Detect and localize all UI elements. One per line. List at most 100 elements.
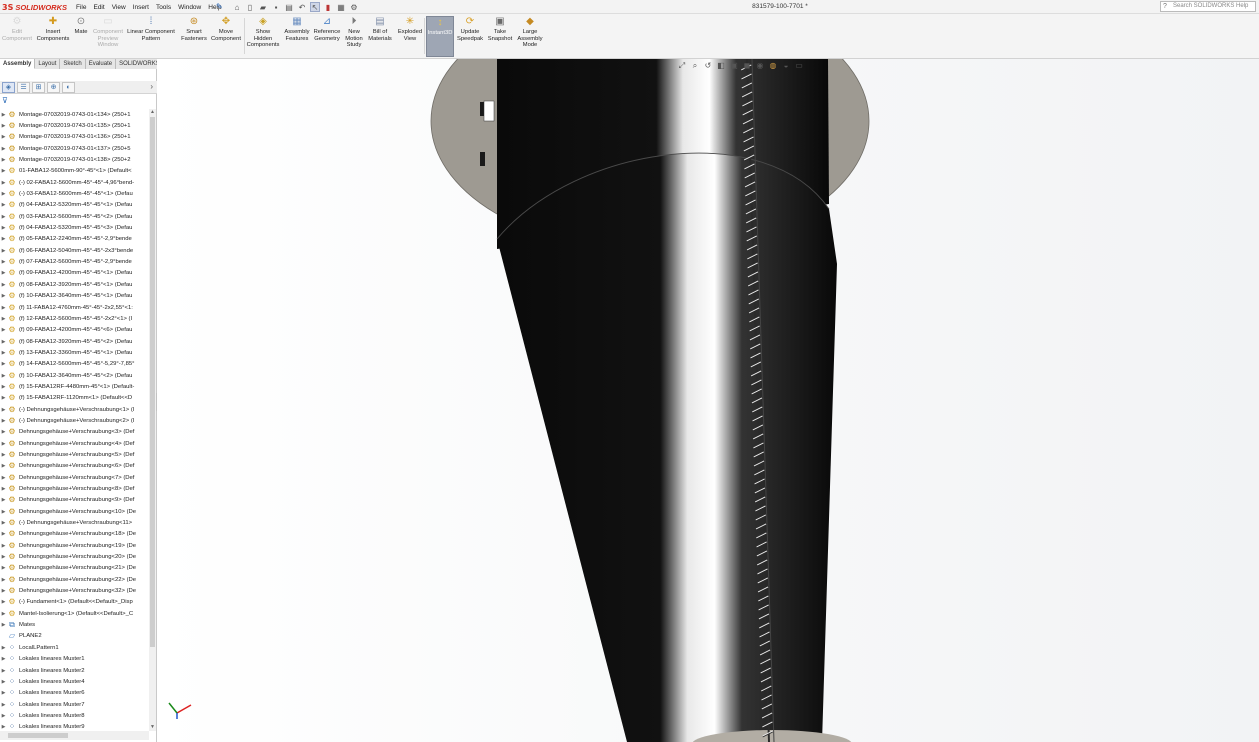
expand-chevron-icon[interactable]: ▶	[0, 191, 7, 197]
expand-chevron-icon[interactable]: ▶	[0, 588, 7, 594]
expand-chevron-icon[interactable]: ▶	[0, 713, 7, 719]
expand-chevron-icon[interactable]: ▶	[0, 373, 7, 379]
tree-item[interactable]: ▶ ⚙ Dehnungsgehäuse+Verschraubung<10> (De	[0, 506, 149, 517]
expand-chevron-icon[interactable]: ▶	[0, 350, 7, 356]
expand-chevron-icon[interactable]: ▶	[0, 690, 7, 696]
tree-horizontal-scrollbar[interactable]	[0, 731, 149, 740]
expand-chevron-icon[interactable]: ▶	[0, 157, 7, 163]
solidworks-logo[interactable]: 3S SOLIDWORKS	[2, 2, 72, 12]
hscroll-thumb[interactable]	[8, 733, 68, 738]
tree-item[interactable]: ▶ ⚙ Dehnungsgehäuse+Verschraubung<18> (De	[0, 529, 149, 540]
open-icon[interactable]: ▰	[258, 2, 268, 12]
tree-item[interactable]: ▶ ⚙ Dehnungsgehäuse+Verschraubung<32> (De	[0, 585, 149, 596]
expand-chevron-icon[interactable]: ▶	[0, 679, 7, 685]
dimxpert-tab-icon[interactable]: ⊕	[47, 81, 60, 93]
hide-show-icon[interactable]: ◉	[755, 61, 765, 71]
view-settings-icon[interactable]: ▭	[794, 61, 804, 71]
menu-tools[interactable]: Tools	[156, 4, 171, 11]
expand-chevron-icon[interactable]: ▶	[0, 486, 7, 492]
edit-component-button[interactable]: ⚙ Edit Component	[2, 16, 32, 57]
tree-item[interactable]: ▶ ⚙ (f) 04-FABA12-5320mm-45°-45°<1> (Defau	[0, 200, 149, 211]
tree-item[interactable]: ▶ ⚙ Montage-07032019-0743-01<135> (250+1	[0, 120, 149, 131]
menu-view[interactable]: View	[112, 4, 126, 11]
snapshot-button[interactable]: ▣ Take Snapshot	[486, 16, 514, 57]
expand-chevron-icon[interactable]: ▶	[0, 327, 7, 333]
display-manager-tab-icon[interactable]: ◐	[62, 81, 75, 93]
insert-components-button[interactable]: ✚ Insert Components	[34, 16, 72, 57]
expand-chevron-icon[interactable]: ▶	[0, 293, 7, 299]
display-style-icon[interactable]: ◼	[742, 61, 752, 71]
expand-chevron-icon[interactable]: ▶	[0, 407, 7, 413]
expand-chevron-icon[interactable]: ▶	[0, 724, 7, 729]
appearance-icon[interactable]: ◍	[768, 61, 778, 71]
zoom-area-icon[interactable]: ⌕	[690, 61, 700, 71]
expand-chevron-icon[interactable]: ▶	[0, 225, 7, 231]
expand-chevron-icon[interactable]: ▶	[0, 214, 7, 220]
tree-item[interactable]: ▱ PLANE2	[0, 631, 149, 642]
expand-chevron-icon[interactable]: ▶	[0, 384, 7, 390]
menu-window[interactable]: Window	[178, 4, 201, 11]
expand-chevron-icon[interactable]: ▶	[0, 134, 7, 140]
filter-icon[interactable]: ⊽	[2, 96, 8, 105]
expand-chevron-icon[interactable]: ▶	[0, 259, 7, 265]
linear-pattern-button[interactable]: ⁞ Linear Component Pattern	[125, 16, 177, 57]
expand-chevron-icon[interactable]: ▶	[0, 418, 7, 424]
reference-geometry-button[interactable]: ⊿ Reference Geometry	[312, 16, 342, 57]
configuration-manager-tab-icon[interactable]: ⊞	[32, 81, 45, 93]
section-view-icon[interactable]: ◧	[716, 61, 726, 71]
zoom-to-fit-icon[interactable]: ⤢	[677, 61, 687, 71]
expand-chevron-icon[interactable]: ▶	[0, 123, 7, 129]
expand-chevron-icon[interactable]: ▶	[0, 168, 7, 174]
tree-item[interactable]: ▶ ⚙ (-) Fundament<1> (Default<<Default>_Di…	[0, 597, 149, 608]
tree-item[interactable]: ▶ ⁘ Lokales lineares Muster8	[0, 710, 149, 721]
expand-chevron-icon[interactable]: ▶	[0, 236, 7, 242]
new-document-icon[interactable]: ▯	[245, 2, 255, 12]
tree-item[interactable]: ▶ ⚙ (f) 07-FABA12-5600mm-45°-45°-2,9°bende	[0, 256, 149, 267]
pin-icon[interactable]: ✎	[216, 2, 223, 11]
menu-edit[interactable]: Edit	[93, 4, 104, 11]
smart-fasteners-button[interactable]: ⊛ Smart Fasteners	[179, 16, 209, 57]
tree-item[interactable]: ▶ ⚙ Montage-07032019-0743-01<134> (250+1	[0, 109, 149, 120]
expand-chevron-icon[interactable]: ▶	[0, 599, 7, 605]
tree-item[interactable]: ▶ ⚙ (f) 08-FABA12-3920mm-45°-45°<2> (Defau	[0, 336, 149, 347]
tree-item[interactable]: ▶ ⚙ (f) 15-FABA12RF-4480mm-45°<1> (Default…	[0, 381, 149, 392]
tree-item[interactable]: ▶ ⚙ Dehnungsgehäuse+Verschraubung<5> (Def	[0, 449, 149, 460]
print-icon[interactable]: ▤	[284, 2, 294, 12]
tree-item[interactable]: ▶ ⚙ Montage-07032019-0743-01<138> (250+2	[0, 154, 149, 165]
graphics-viewport[interactable]: ⤢ ⌕ ↺ ◧ ▣ ◼ ◉ ◍ ◒ ▭	[157, 59, 1259, 742]
tree-vertical-scrollbar[interactable]: ▲ ▼	[149, 109, 156, 731]
expand-chevron-icon[interactable]: ▶	[0, 305, 7, 311]
move-component-button[interactable]: ✥ Move Component	[210, 16, 242, 57]
expand-chevron-icon[interactable]: ▶	[0, 282, 7, 288]
tree-item[interactable]: ▶ ⚙ (f) 05-FABA12-2240mm-45°-45°-2,9°bende	[0, 234, 149, 245]
undo-icon[interactable]: ↶	[297, 2, 307, 12]
expand-chevron-icon[interactable]: ▶	[0, 361, 7, 367]
exploded-view-button[interactable]: ✳ Exploded View	[396, 16, 424, 57]
tree-item[interactable]: ▶ ⚙ Dehnungsgehäuse+Verschraubung<6> (Def	[0, 461, 149, 472]
tree-item[interactable]: ▶ ⚙ Mantel-Isolierung<1> (Default<<Default…	[0, 608, 149, 619]
expand-chevron-icon[interactable]: ▶	[0, 475, 7, 481]
panel-expand-arrow-icon[interactable]: ›	[150, 82, 153, 91]
expand-chevron-icon[interactable]: ▶	[0, 668, 7, 674]
tree-item[interactable]: ▶ ⚙ (f) 11-FABA12-4760mm-45°-45°-2x2,55°<1…	[0, 302, 149, 313]
tree-item[interactable]: ▶ ⚙ Dehnungsgehäuse+Verschraubung<4> (Def	[0, 438, 149, 449]
expand-chevron-icon[interactable]: ▶	[0, 520, 7, 526]
expand-chevron-icon[interactable]: ▶	[0, 702, 7, 708]
tree-item[interactable]: ▶ ⚙ (f) 09-FABA12-4200mm-45°-45°<6> (Defau	[0, 325, 149, 336]
tree-item[interactable]: ▶ ⁘ Lokales lineares Muster1	[0, 654, 149, 665]
tree-item[interactable]: ▶ ⚙ Dehnungsgehäuse+Verschraubung<20> (De	[0, 551, 149, 562]
tree-item[interactable]: ▶ ⚙ 01-FABA12-5600mm-90°-45°<1> (Default<	[0, 166, 149, 177]
view-orientation-icon[interactable]: ▣	[729, 61, 739, 71]
tree-item[interactable]: ▶ ⚙ (f) 15-FABA12RF-1120mm<1> (Default<<D	[0, 393, 149, 404]
tree-item[interactable]: ▶ ⚙ Dehnungsgehäuse+Verschraubung<21> (De	[0, 563, 149, 574]
speedpak-button[interactable]: ⟳ Update Speedpak	[457, 16, 483, 57]
rebuild-icon[interactable]: ▮	[323, 2, 333, 12]
expand-chevron-icon[interactable]: ▶	[0, 248, 7, 254]
component-preview-button[interactable]: ▭ Component Preview Window	[92, 16, 124, 57]
tree-item[interactable]: ▶ ⁘ Lokales lineares Muster7	[0, 699, 149, 710]
menu-insert[interactable]: Insert	[133, 4, 149, 11]
expand-chevron-icon[interactable]: ▶	[0, 452, 7, 458]
home-icon[interactable]: ⌂	[232, 2, 242, 12]
tree-item[interactable]: ▶ ⚙ Montage-07032019-0743-01<136> (250+1	[0, 132, 149, 143]
tree-item[interactable]: ▶ ⚙ (f) 04-FABA12-5320mm-45°-45°<3> (Defau	[0, 222, 149, 233]
